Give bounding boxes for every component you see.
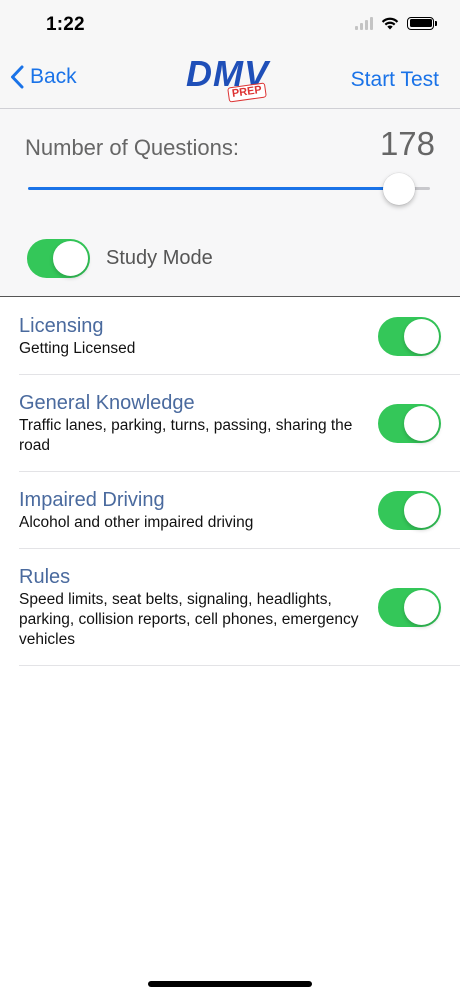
slider-track-filled	[28, 187, 400, 190]
start-test-button[interactable]: Start Test	[351, 68, 439, 92]
status-icons	[355, 16, 437, 30]
category-description: Getting Licensed	[19, 340, 136, 357]
study-mode-toggle[interactable]	[27, 239, 90, 278]
cellular-signal-icon	[355, 16, 373, 30]
category-title: Impaired Driving	[19, 489, 165, 511]
category-description: Traffic lanes, parking, turns, passing, …	[19, 417, 353, 454]
category-list: Licensing Getting Licensed General Knowl…	[0, 298, 460, 666]
category-description: Speed limits, seat belts, signaling, hea…	[19, 591, 359, 648]
category-row-rules[interactable]: Rules Speed limits, seat belts, signalin…	[19, 549, 460, 666]
back-label: Back	[30, 65, 77, 88]
category-toggle[interactable]	[378, 404, 441, 443]
category-toggle[interactable]	[378, 317, 441, 356]
category-row-impaired-driving[interactable]: Impaired Driving Alcohol and other impai…	[19, 472, 460, 549]
toggle-knob	[404, 406, 439, 441]
battery-icon	[407, 16, 437, 30]
toggle-knob	[53, 241, 88, 276]
category-row-licensing[interactable]: Licensing Getting Licensed	[19, 298, 460, 375]
wifi-icon	[381, 17, 399, 30]
category-row-general-knowledge[interactable]: General Knowledge Traffic lanes, parking…	[19, 375, 460, 472]
toggle-knob	[404, 493, 439, 528]
status-bar: 1:22	[0, 0, 460, 50]
settings-panel: Number of Questions: 178 Study Mode	[0, 109, 460, 297]
category-title: Licensing	[19, 315, 104, 337]
home-indicator	[148, 981, 312, 987]
slider-thumb[interactable]	[383, 173, 416, 205]
back-button[interactable]: Back	[10, 65, 77, 89]
study-mode-label: Study Mode	[106, 247, 213, 269]
category-toggle[interactable]	[378, 588, 441, 627]
questions-slider[interactable]	[28, 173, 430, 205]
category-title: Rules	[19, 566, 71, 588]
questions-label: Number of Questions:	[25, 135, 239, 160]
status-time: 1:22	[46, 14, 85, 35]
toggle-knob	[404, 590, 439, 625]
navigation-bar: Back DMV PREP Start Test	[0, 50, 460, 109]
questions-count: 178	[379, 125, 435, 162]
toggle-knob	[404, 319, 439, 354]
category-toggle[interactable]	[378, 491, 441, 530]
app-logo: DMV PREP	[186, 53, 276, 105]
category-description: Alcohol and other impaired driving	[19, 514, 254, 531]
chevron-left-icon	[11, 65, 24, 89]
category-title: General Knowledge	[19, 392, 195, 414]
